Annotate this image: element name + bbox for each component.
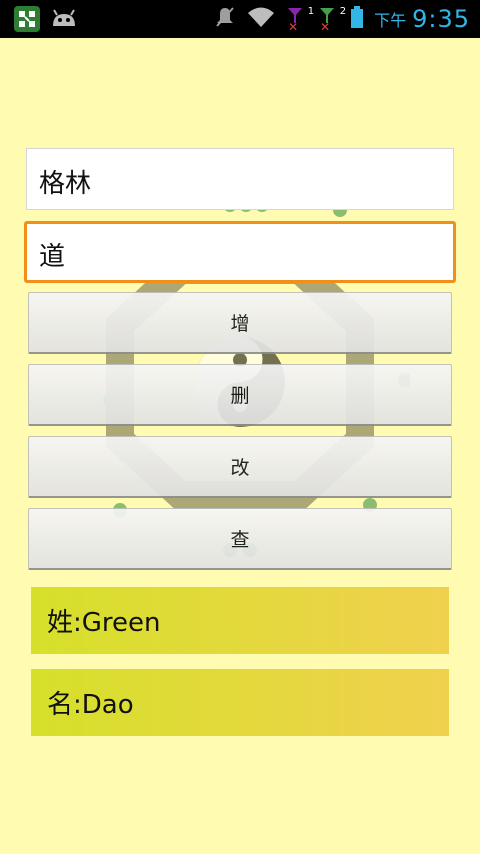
surname-input[interactable]: 格林 xyxy=(26,148,454,210)
ampm-label: 下午 xyxy=(374,11,407,30)
sim2-signal-icon: 2 ✕ xyxy=(320,6,347,34)
sim1-signal-icon: 1 ✕ xyxy=(288,6,315,34)
add-button[interactable]: 增 xyxy=(28,292,452,354)
query-button[interactable]: 查 xyxy=(28,508,452,570)
clock: 9:35 xyxy=(412,5,470,33)
android-robot-icon xyxy=(50,6,78,32)
system-icons: 1 ✕ 2 ✕ 下午 9:35 xyxy=(214,0,470,38)
mute-icon xyxy=(214,5,236,33)
notification-icons xyxy=(14,6,78,32)
status-bar: 1 ✕ 2 ✕ 下午 9:35 xyxy=(0,0,480,38)
surname-result: 姓:Green xyxy=(31,587,449,654)
app-launcher-icon xyxy=(14,6,40,32)
given-name-result: 名:Dao xyxy=(31,669,449,736)
delete-button[interactable]: 删 xyxy=(28,364,452,426)
wifi-icon xyxy=(246,5,276,33)
battery-icon xyxy=(350,5,364,33)
update-button[interactable]: 改 xyxy=(28,436,452,498)
given-name-input[interactable]: 道 xyxy=(24,221,456,283)
